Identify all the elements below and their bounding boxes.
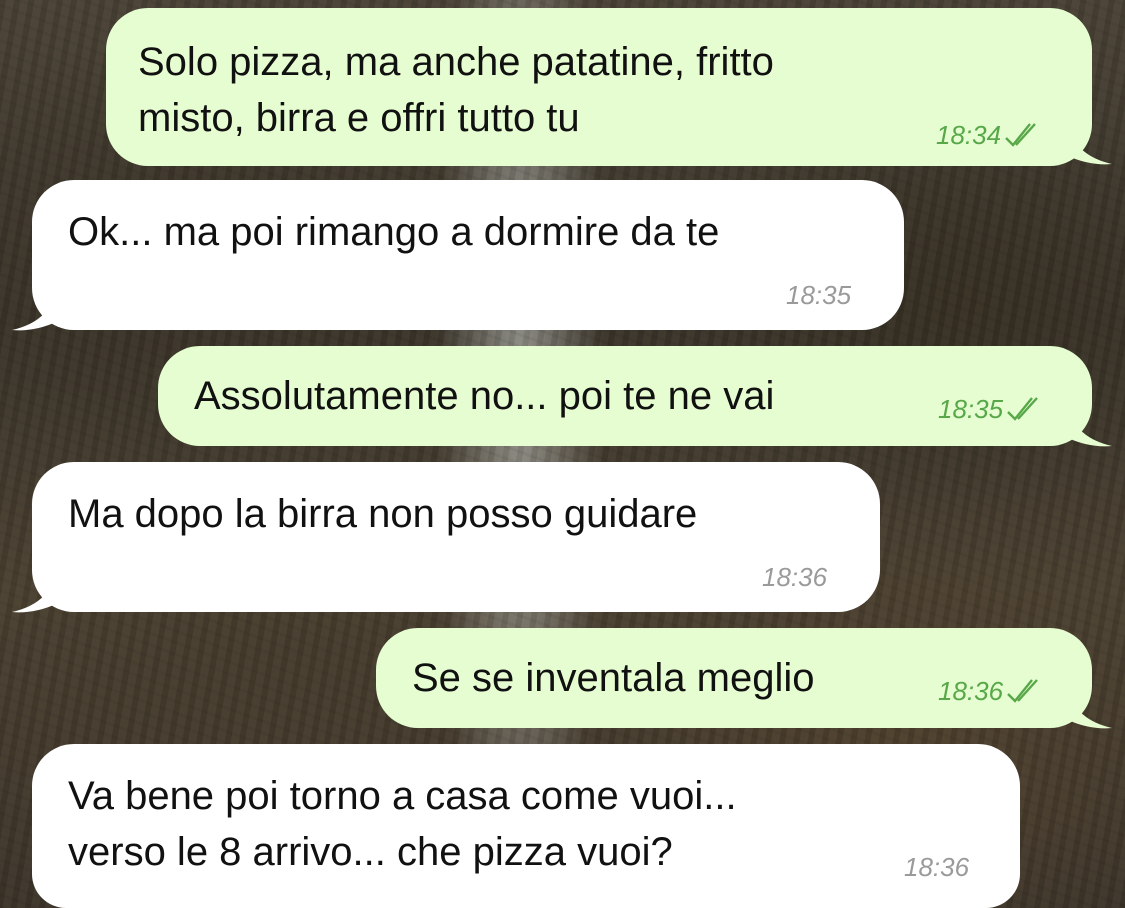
message-meta: 18:36 — [762, 562, 827, 592]
message-text: Ma dopo la birra non posso guidare — [68, 492, 698, 536]
message-text: Va bene poi torno a casa come vuoi... ve… — [68, 774, 737, 874]
message-text: Solo pizza, ma anche patatine, fritto mi… — [138, 40, 774, 140]
message-meta: 18:34 — [936, 120, 1043, 150]
double-check-icon — [1005, 395, 1045, 423]
message-bubble-outgoing[interactable]: Se se inventala meglio 18:36 — [376, 628, 1092, 728]
message-time: 18:34 — [936, 120, 1002, 150]
message-meta: 18:36 — [904, 852, 969, 882]
bubble-tail-outgoing — [1068, 126, 1112, 165]
message-text: Assolutamente no... poi te ne vai — [194, 374, 775, 418]
message-time: 18:35 — [786, 280, 852, 310]
message-time: 18:36 — [904, 852, 970, 882]
message-bubble-incoming[interactable]: Ok... ma poi rimango a dormire da te 18:… — [32, 180, 904, 330]
message-time: 18:36 — [938, 676, 1004, 706]
message-time: 18:35 — [938, 394, 1004, 424]
message-bubble-incoming[interactable]: Va bene poi torno a casa come vuoi... ve… — [32, 744, 1020, 908]
message-meta: 18:35 — [938, 394, 1045, 424]
message-text: Ok... ma poi rimango a dormire da te — [68, 210, 720, 254]
message-time: 18:36 — [762, 562, 828, 592]
bubble-tail-outgoing — [1068, 408, 1112, 447]
message-bubble-outgoing[interactable]: Assolutamente no... poi te ne vai 18:35 — [158, 346, 1092, 446]
double-check-icon — [1003, 121, 1043, 149]
bubble-tail-incoming — [12, 574, 56, 613]
bubble-tail-outgoing — [1068, 690, 1112, 729]
double-check-icon — [1005, 677, 1045, 705]
message-bubble-incoming[interactable]: Ma dopo la birra non posso guidare 18:36 — [32, 462, 880, 612]
message-bubble-outgoing[interactable]: Solo pizza, ma anche patatine, fritto mi… — [106, 8, 1092, 166]
message-meta: 18:35 — [786, 280, 851, 310]
message-meta: 18:36 — [938, 676, 1045, 706]
bubble-tail-incoming — [12, 292, 56, 331]
message-text: Se se inventala meglio — [412, 656, 815, 700]
